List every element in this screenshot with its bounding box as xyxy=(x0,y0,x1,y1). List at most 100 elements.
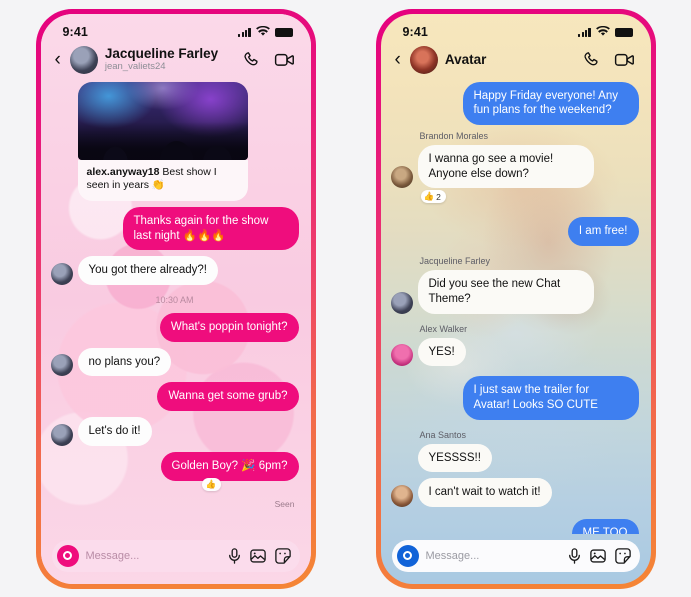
media-message[interactable]: alex.anyway18 Best show I seen in years … xyxy=(77,81,248,201)
composer-actions xyxy=(568,547,631,564)
phone-screen: 9:41 ‹ Avatar Happy Friday everyone! Any… xyxy=(380,13,651,584)
cellular-bars-icon xyxy=(238,27,251,37)
message-row: You got there already?! xyxy=(50,256,299,285)
message-row: YES! xyxy=(390,337,639,367)
contact-name-block[interactable]: Avatar xyxy=(445,52,576,68)
message-row: Happy Friday everyone! Any fun plans for… xyxy=(391,81,639,125)
reaction-badge[interactable]: 👍 xyxy=(201,477,221,491)
sender-name: Ana Santos xyxy=(419,429,467,440)
message-row-media: alex.anyway18 Best show I seen in years … xyxy=(51,81,299,201)
message-bubble-in[interactable]: You got there already?! xyxy=(77,256,218,285)
contact-display-name: Jacqueline Farley xyxy=(104,45,219,61)
group-avatar[interactable] xyxy=(409,45,438,74)
battery-icon xyxy=(274,28,293,37)
image-icon[interactable] xyxy=(249,548,266,564)
caption-author: alex.anyway18 xyxy=(86,165,160,178)
sender-name: Jacqueline Farley xyxy=(419,256,491,267)
message-bubble-out[interactable]: Golden Boy? 🎉 6pm? xyxy=(160,451,299,481)
status-bar: 9:41 xyxy=(41,14,311,44)
wifi-icon xyxy=(255,26,270,36)
screenshot-stage: 9:41 ‹ Jacqueline Farley jean_valiets24 … xyxy=(0,0,691,597)
reaction-row: 👍 xyxy=(51,477,299,491)
sender-avatar[interactable] xyxy=(50,354,73,377)
message-thread[interactable]: Happy Friday everyone! Any fun plans for… xyxy=(381,81,651,534)
message-bubble-out[interactable]: ME TOO xyxy=(571,519,639,534)
composer: Message... xyxy=(41,534,311,584)
message-bubble-in[interactable]: I can't wait to watch it! xyxy=(417,478,552,508)
phone-call-icon[interactable] xyxy=(583,50,602,69)
sticker-icon[interactable] xyxy=(274,547,291,564)
header-actions xyxy=(243,50,295,69)
sender-name: Alex Walker xyxy=(419,323,468,334)
back-icon[interactable]: ‹ xyxy=(53,50,63,69)
message-bubble-out[interactable]: I just saw the trailer for Avatar! Looks… xyxy=(462,376,639,420)
camera-icon[interactable] xyxy=(396,544,419,567)
cellular-bars-icon xyxy=(578,27,591,37)
message-row: Wanna get some grub? xyxy=(51,382,299,412)
sender-avatar[interactable] xyxy=(390,485,413,508)
message-bubble-in[interactable]: Let's do it! xyxy=(77,417,152,446)
message-row: I am free! xyxy=(391,217,639,247)
video-camera-icon[interactable] xyxy=(274,50,295,69)
message-row: Did you see the new Chat Theme? xyxy=(390,270,639,314)
message-thread[interactable]: alex.anyway18 Best show I seen in years … xyxy=(41,81,311,534)
message-bubble-out[interactable]: I am free! xyxy=(567,217,639,247)
composer-bar[interactable]: Message... xyxy=(51,539,300,572)
message-bubble-in[interactable]: no plans you? xyxy=(77,347,172,377)
image-icon[interactable] xyxy=(589,548,606,564)
phone-screen: 9:41 ‹ Jacqueline Farley jean_valiets24 … xyxy=(40,13,311,584)
message-row: Thanks again for the show last night 🔥🔥🔥 xyxy=(51,206,299,251)
media-caption: alex.anyway18 Best show I seen in years … xyxy=(77,159,248,201)
back-icon[interactable]: ‹ xyxy=(393,50,403,69)
message-bubble-in[interactable]: Did you see the new Chat Theme? xyxy=(417,270,594,314)
sender-avatar[interactable] xyxy=(390,291,413,314)
message-bubble-out[interactable]: Thanks again for the show last night 🔥🔥🔥 xyxy=(122,206,299,251)
seen-status: Seen xyxy=(274,498,295,509)
contact-avatar[interactable] xyxy=(69,45,98,74)
video-camera-icon[interactable] xyxy=(614,50,635,69)
message-row: Let's do it! xyxy=(50,417,299,446)
contact-name-block[interactable]: Jacqueline Farley jean_valiets24 xyxy=(105,46,236,74)
message-row: I wanna go see a movie! Anyone else down… xyxy=(390,144,639,189)
message-input[interactable]: Message... xyxy=(426,550,561,562)
message-bubble-out[interactable]: Happy Friday everyone! Any fun plans for… xyxy=(462,81,639,125)
sender-avatar[interactable] xyxy=(390,344,413,367)
sticker-icon[interactable] xyxy=(614,547,631,564)
phone-call-icon[interactable] xyxy=(243,50,262,69)
message-row: no plans you? xyxy=(50,347,299,377)
chat-header: ‹ Jacqueline Farley jean_valiets24 xyxy=(41,44,311,82)
message-bubble-in[interactable]: YESSSS!! xyxy=(417,443,492,473)
status-clock: 9:41 xyxy=(402,24,428,39)
camera-icon[interactable] xyxy=(56,544,79,567)
message-input[interactable]: Message... xyxy=(86,550,221,562)
status-clock: 9:41 xyxy=(62,24,88,39)
message-bubble-in[interactable]: I wanna go see a movie! Anyone else down… xyxy=(417,144,594,189)
sender-name: Brandon Morales xyxy=(419,130,489,141)
reaction-badge[interactable]: 👍 2 xyxy=(420,190,446,204)
status-bar: 9:41 xyxy=(381,14,651,44)
sender-avatar[interactable] xyxy=(50,262,73,285)
contact-username: jean_valiets24 xyxy=(104,61,166,73)
message-row: ME TOO xyxy=(391,519,639,534)
message-row: I can't wait to watch it! xyxy=(390,478,639,508)
sender-avatar[interactable] xyxy=(50,423,73,446)
composer-bar[interactable]: Message... xyxy=(391,539,640,572)
sender-avatar[interactable] xyxy=(390,166,413,189)
header-actions xyxy=(583,50,635,69)
message-row: What's poppin tonight? xyxy=(51,312,299,342)
battery-icon xyxy=(614,28,633,37)
status-indicators xyxy=(578,26,633,37)
message-bubble-out[interactable]: What's poppin tonight? xyxy=(159,312,299,342)
concert-photo[interactable] xyxy=(77,81,248,160)
phone-messenger-avatar: 9:41 ‹ Avatar Happy Friday everyone! Any… xyxy=(375,8,656,589)
composer: Message... xyxy=(381,534,651,584)
timestamp: 10:30 AM xyxy=(155,294,194,305)
microphone-icon[interactable] xyxy=(568,547,581,564)
status-indicators xyxy=(238,26,293,37)
reaction-count: 2 xyxy=(436,191,441,202)
message-bubble-out[interactable]: Wanna get some grub? xyxy=(157,382,299,412)
chat-header: ‹ Avatar xyxy=(381,44,651,82)
message-row: Golden Boy? 🎉 6pm? xyxy=(51,451,299,481)
microphone-icon[interactable] xyxy=(228,547,241,564)
message-bubble-in[interactable]: YES! xyxy=(417,337,466,367)
